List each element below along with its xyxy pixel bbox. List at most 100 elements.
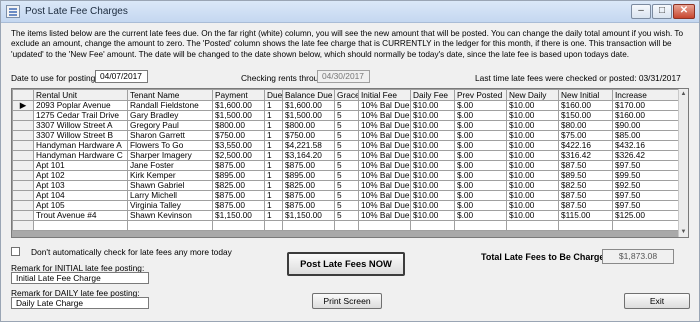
table-cell[interactable]: $97.50 <box>612 190 680 201</box>
table-cell[interactable]: $97.50 <box>612 160 680 171</box>
column-header[interactable]: New Daily <box>506 89 559 101</box>
row-selector[interactable] <box>12 130 34 141</box>
table-cell: 1 <box>264 170 283 181</box>
column-header[interactable]: Rental Unit <box>33 89 128 101</box>
remark-initial-field[interactable]: Initial Late Fee Charge <box>11 272 149 284</box>
table-cell[interactable]: $170.00 <box>612 100 680 111</box>
column-header[interactable]: Increase <box>612 89 680 101</box>
table-cell: Shawn Kevinson <box>127 210 213 221</box>
table-cell: $1,600.00 <box>212 100 265 111</box>
table-row[interactable]: Trout Avenue #4 Shawn Kevinson $1,150.00 1 $… <box>12 210 680 221</box>
exit-button[interactable]: Exit <box>624 293 690 309</box>
table-cell: 10% Bal Due <box>358 160 411 171</box>
row-selector[interactable] <box>12 160 34 171</box>
table-row[interactable]: Handyman Hardware C Sharper Imagery $2,500… <box>12 150 680 161</box>
checking-rents-field: 04/30/2017 <box>317 70 370 83</box>
row-selector[interactable] <box>12 110 34 121</box>
scroll-up-icon[interactable]: ▲ <box>679 89 688 99</box>
table-cell[interactable]: $85.00 <box>612 130 680 141</box>
table-cell: $10.00 <box>410 160 455 171</box>
table-cell: 1 <box>264 210 283 221</box>
minimize-button[interactable]: ‒ <box>631 4 651 19</box>
print-screen-button[interactable]: Print Screen <box>312 293 382 309</box>
column-header[interactable]: Tenant Name <box>127 89 213 101</box>
late-fee-grid[interactable]: Rental Unit Tenant Name Payment Due Bala… <box>11 88 689 238</box>
table-cell: $.00 <box>454 160 507 171</box>
table-cell[interactable]: $125.00 <box>612 210 680 221</box>
table-cell: $895.00 <box>282 170 335 181</box>
table-cell: 10% Bal Due <box>358 150 411 161</box>
table-row[interactable]: Apt 103 Shawn Gabriel $825.00 1 $825.00 5 10% … <box>12 180 680 191</box>
table-row[interactable]: Handyman Hardware A Flowers To Go $3,550.0… <box>12 140 680 151</box>
table-cell: 5 <box>334 170 359 181</box>
table-row[interactable]: 1275 Cedar Trail Drive Gary Bradley $1,500… <box>12 110 680 121</box>
grid-vertical-scrollbar[interactable]: ▲ ▼ <box>678 89 688 237</box>
row-selector[interactable] <box>12 120 34 131</box>
row-selector[interactable] <box>12 170 34 181</box>
table-cell[interactable]: $326.42 <box>612 150 680 161</box>
post-late-fees-button[interactable]: Post Late Fees NOW <box>287 252 405 276</box>
row-selector[interactable] <box>12 210 34 221</box>
table-cell: 10% Bal Due <box>358 170 411 181</box>
table-body: ▶ 2093 Poplar Avenue Randall Fieldstone $1,… <box>12 100 680 231</box>
table-row[interactable]: 3307 Willow Street B Sharon Garrett $750.0… <box>12 130 680 141</box>
maximize-button[interactable]: □ <box>652 4 672 19</box>
column-header[interactable]: Prev Posted <box>454 89 507 101</box>
table-row[interactable]: ▶ 2093 Poplar Avenue Randall Fieldstone $1,… <box>12 100 680 111</box>
remark-daily-field[interactable]: Daily Late Charge <box>11 297 149 309</box>
scroll-down-icon[interactable]: ▼ <box>679 227 688 237</box>
instructions-text: The items listed below are the current l… <box>11 29 684 59</box>
table-row[interactable]: Apt 104 Larry Michell $875.00 1 $875.00 5 10% … <box>12 190 680 201</box>
table-cell: $10.00 <box>506 110 559 121</box>
table-cell: Apt 101 <box>33 160 128 171</box>
table-cell: $875.00 <box>212 200 265 211</box>
row-selector[interactable] <box>12 140 34 151</box>
column-header[interactable]: Due <box>264 89 283 101</box>
table-cell: $75.00 <box>558 130 613 141</box>
column-header[interactable]: Balance Due <box>282 89 335 101</box>
table-cell: $10.00 <box>506 180 559 191</box>
table-cell: $10.00 <box>506 120 559 131</box>
table-cell: $10.00 <box>506 190 559 201</box>
column-header[interactable]: New Initial <box>558 89 613 101</box>
no-auto-check-checkbox[interactable] <box>11 247 20 256</box>
table-cell: $.00 <box>454 130 507 141</box>
row-selector[interactable] <box>12 200 34 211</box>
table-cell[interactable]: $92.50 <box>612 180 680 191</box>
table-cell[interactable]: $160.00 <box>612 110 680 121</box>
row-selector[interactable]: ▶ <box>12 100 34 111</box>
column-header[interactable]: Initial Fee <box>358 89 411 101</box>
table-cell: $10.00 <box>410 170 455 181</box>
column-header[interactable]: Payment <box>212 89 265 101</box>
column-header[interactable]: Grace <box>334 89 359 101</box>
table-cell <box>264 220 283 231</box>
table-cell[interactable]: $432.16 <box>612 140 680 151</box>
table-cell[interactable]: $90.00 <box>612 120 680 131</box>
table-cell: 1 <box>264 190 283 201</box>
table-cell: $10.00 <box>506 150 559 161</box>
late-fee-table: Rental Unit Tenant Name Payment Due Bala… <box>12 89 680 231</box>
table-cell: 10% Bal Due <box>358 110 411 121</box>
row-selector[interactable] <box>12 190 34 201</box>
close-button[interactable]: ✕ <box>673 4 695 19</box>
table-cell: $825.00 <box>282 180 335 191</box>
table-cell: $150.00 <box>558 110 613 121</box>
table-row[interactable]: Apt 102 Kirk Kemper $895.00 1 $895.00 5 10% Ba… <box>12 170 680 181</box>
table-cell: $10.00 <box>410 100 455 111</box>
post-late-fee-window: Post Late Fee Charges ‒ □ ✕ The items li… <box>0 0 700 322</box>
table-cell: $1,150.00 <box>282 210 335 221</box>
table-cell <box>454 220 507 231</box>
row-selector[interactable] <box>12 180 34 191</box>
table-row[interactable]: 3307 Willow Street A Gregory Paul $800.00 1… <box>12 120 680 131</box>
row-selector[interactable] <box>12 150 34 161</box>
table-cell: $.00 <box>454 140 507 151</box>
posting-date-field[interactable]: 04/07/2017 <box>95 70 148 83</box>
table-cell: $10.00 <box>410 110 455 121</box>
table-cell[interactable]: $99.50 <box>612 170 680 181</box>
table-cell[interactable]: $97.50 <box>612 200 680 211</box>
table-cell <box>282 220 335 231</box>
table-cell: Flowers To Go <box>127 140 213 151</box>
table-row[interactable]: Apt 105 Virginia Talley $875.00 1 $875.00 5 10… <box>12 200 680 211</box>
table-row[interactable]: Apt 101 Jane Foster $875.00 1 $875.00 5 10% Ba… <box>12 160 680 171</box>
column-header[interactable]: Daily Fee <box>410 89 455 101</box>
